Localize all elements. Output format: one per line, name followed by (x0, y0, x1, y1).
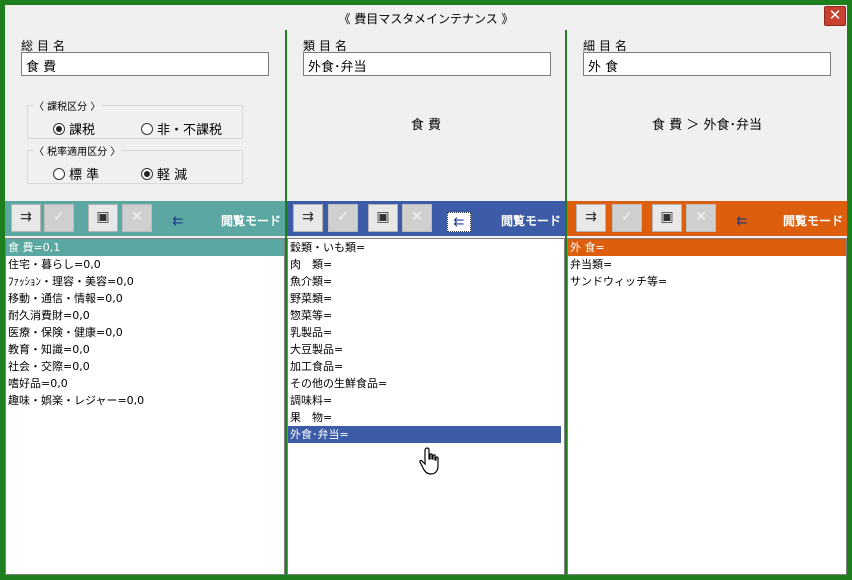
list-item[interactable]: 社会・交際=0,0 (6, 358, 284, 375)
add-row-icon: ⇉ (20, 209, 32, 225)
list-item[interactable]: 調味料= (288, 392, 564, 409)
subcategory-column: 細目名 外 食 食 費 ＞ 外食･弁当 ⇉ ✓ ▣ ✕ ⇇ 閲覧モード 外 食=… (567, 30, 847, 575)
list-item[interactable]: 教育・知識=0,0 (6, 341, 284, 358)
breadcrumb: 食 費 (410, 118, 442, 133)
category-column: 総目名 食 費 〈 課税区分 〉 課税 非・不課税 〈 税率適用区分 〉 標 準… (5, 30, 285, 575)
category-list[interactable]: 食 費=0,1 住宅・暮らし=0,0 ﾌｧｯｼｮﾝ・理容・美容=0,0 移動・通… (5, 238, 285, 575)
add-row-button[interactable]: ⇉ (293, 204, 323, 232)
confirm-button[interactable]: ✓ (612, 204, 642, 232)
list-item[interactable]: 嗜好品=0,0 (6, 375, 284, 392)
copy-button[interactable]: ▣ (368, 204, 398, 232)
app-window: 《 費目マスタメインテナンス 》 ✕ 総目名 食 費 〈 課税区分 〉 課税 非… (5, 5, 847, 575)
view-mode-label: 閲覧モード (782, 214, 843, 228)
move-row-button[interactable]: ⇇ (166, 212, 190, 232)
list-item[interactable]: 住宅・暮らし=0,0 (6, 256, 284, 273)
check-icon: ✓ (337, 209, 349, 225)
list-item[interactable]: 弁当類= (568, 256, 846, 273)
check-icon: ✓ (53, 209, 65, 225)
list-item[interactable]: 野菜類= (288, 290, 564, 307)
delete-icon: ✕ (695, 209, 707, 225)
list-item[interactable]: 穀類・いも類= (288, 239, 564, 256)
list-item[interactable]: 耐久消費財=0,0 (6, 307, 284, 324)
category-toolbar: ⇉ ✓ ▣ ✕ ⇇ 閲覧モード (5, 201, 285, 236)
list-item[interactable]: 外食･弁当= (288, 426, 561, 443)
subcategory-list[interactable]: 外 食= 弁当類= サンドウィッチ等= (567, 238, 847, 575)
add-row-button[interactable]: ⇉ (576, 204, 606, 232)
category-name-field[interactable]: 食 費 (21, 52, 269, 76)
class-toolbar: ⇉ ✓ ▣ ✕ ⇇ 閲覧モード (287, 201, 565, 236)
tax-classification-group: 〈 課税区分 〉 課税 非・不課税 (27, 98, 243, 139)
list-item[interactable]: 移動・通信・情報=0,0 (6, 290, 284, 307)
reduced-rate-radio[interactable]: 軽 減 (141, 164, 187, 183)
confirm-button[interactable]: ✓ (44, 204, 74, 232)
document-copy-icon: ▣ (376, 209, 390, 225)
list-item[interactable]: 乳製品= (288, 324, 564, 341)
view-mode-label: 閲覧モード (500, 214, 561, 228)
radio-unselected-icon (53, 167, 65, 180)
list-item[interactable]: 肉 類= (288, 256, 564, 273)
radio-unselected-icon (141, 122, 153, 135)
taxable-radio[interactable]: 課税 (53, 119, 95, 138)
add-row-icon: ⇉ (585, 209, 597, 225)
move-row-button[interactable]: ⇇ (730, 212, 754, 232)
move-row-icon: ⇇ (172, 214, 184, 229)
list-item[interactable]: その他の生鮮食品= (288, 375, 564, 392)
delete-button[interactable]: ✕ (686, 204, 716, 232)
list-item[interactable]: 魚介類= (288, 273, 564, 290)
class-name-field[interactable]: 外食･弁当 (303, 52, 551, 76)
add-row-icon: ⇉ (302, 209, 314, 225)
subcategory-toolbar: ⇉ ✓ ▣ ✕ ⇇ 閲覧モード (567, 201, 847, 236)
list-item[interactable]: 趣味・娯楽・レジャー=0,0 (6, 392, 284, 409)
hand-cursor-icon (419, 447, 439, 475)
confirm-button[interactable]: ✓ (328, 204, 358, 232)
list-item[interactable]: 外 食= (568, 239, 846, 256)
check-icon: ✓ (621, 209, 633, 225)
copy-button[interactable]: ▣ (88, 204, 118, 232)
move-row-icon: ⇇ (453, 215, 465, 230)
standard-rate-radio[interactable]: 標 準 (53, 164, 99, 183)
add-row-button[interactable]: ⇉ (11, 204, 41, 232)
delete-icon: ✕ (411, 209, 423, 225)
list-item[interactable]: 食 費=0,1 (6, 239, 284, 256)
tax-rate-title: 〈 税率適用区分 〉 (33, 143, 122, 158)
delete-button[interactable]: ✕ (402, 204, 432, 232)
breadcrumb: 食 費 ＞ 外食･弁当 (652, 118, 762, 133)
document-copy-icon: ▣ (660, 209, 674, 225)
close-button[interactable]: ✕ (824, 6, 846, 26)
list-item[interactable]: ﾌｧｯｼｮﾝ・理容・美容=0,0 (6, 273, 284, 290)
move-row-icon: ⇇ (736, 214, 748, 229)
non-taxable-radio[interactable]: 非・不課税 (141, 119, 222, 138)
class-column: 類目名 外食･弁当 食 費 ⇉ ✓ ▣ ✕ ⇇ 閲覧モード 穀類・いも類= 肉 … (287, 30, 565, 575)
list-item[interactable]: 惣菜等= (288, 307, 564, 324)
view-mode-label: 閲覧モード (220, 214, 281, 228)
list-item[interactable]: 果 物= (288, 409, 564, 426)
list-item[interactable]: 大豆製品= (288, 341, 564, 358)
move-row-button[interactable]: ⇇ (447, 212, 471, 232)
document-copy-icon: ▣ (96, 209, 110, 225)
list-item[interactable]: サンドウィッチ等= (568, 273, 846, 290)
radio-selected-icon (141, 167, 153, 180)
list-item[interactable]: 医療・保険・健康=0,0 (6, 324, 284, 341)
delete-button[interactable]: ✕ (122, 204, 152, 232)
tax-classification-title: 〈 課税区分 〉 (33, 98, 102, 113)
list-item[interactable]: 加工食品= (288, 358, 564, 375)
class-list[interactable]: 穀類・いも類= 肉 類= 魚介類= 野菜類= 惣菜等= 乳製品= 大豆製品= 加… (287, 238, 565, 575)
window-title: 《 費目マスタメインテナンス 》 (338, 12, 514, 26)
delete-icon: ✕ (131, 209, 143, 225)
subcategory-name-field[interactable]: 外 食 (583, 52, 831, 76)
radio-selected-icon (53, 122, 65, 135)
tax-rate-group: 〈 税率適用区分 〉 標 準 軽 減 (27, 143, 243, 184)
copy-button[interactable]: ▣ (652, 204, 682, 232)
